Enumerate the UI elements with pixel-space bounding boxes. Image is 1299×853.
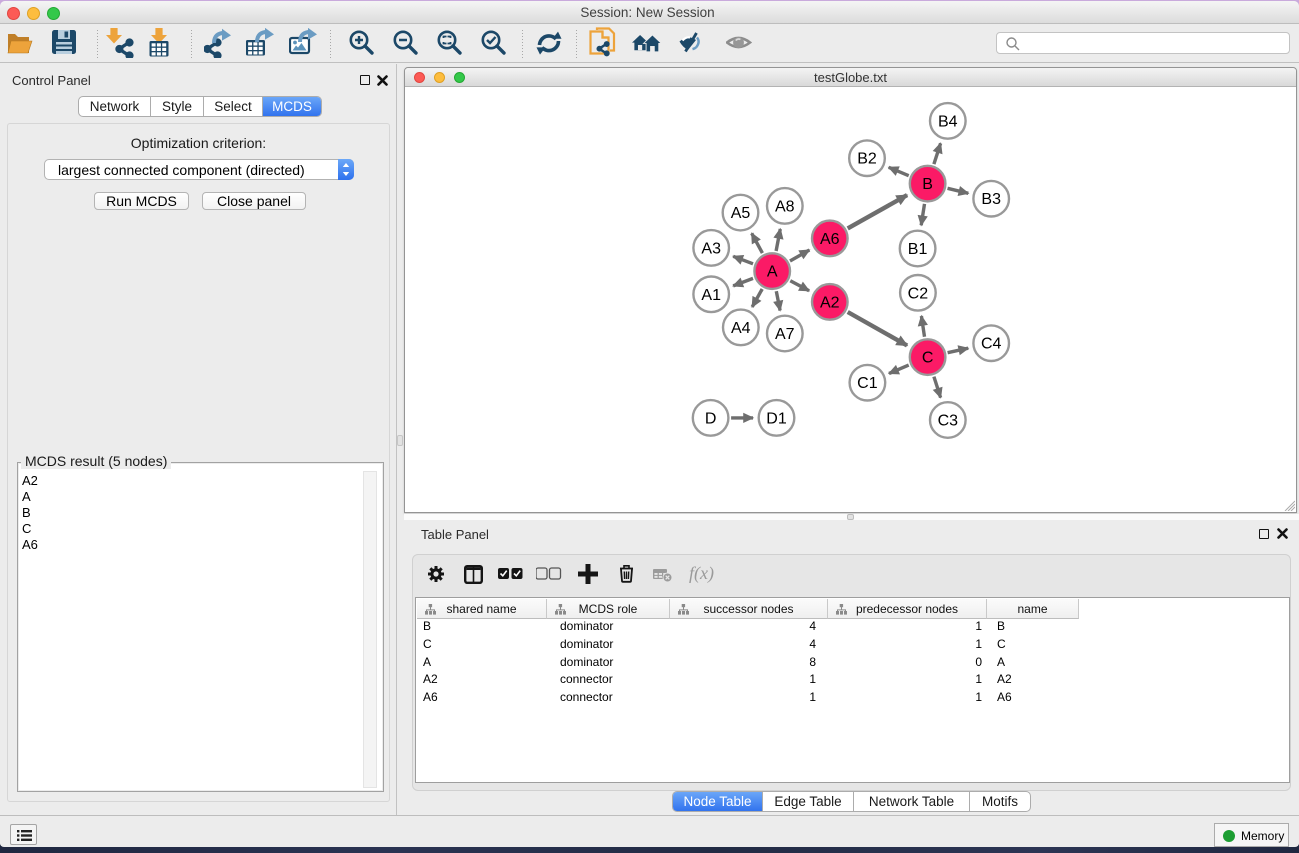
svg-text:B1: B1: [908, 241, 928, 258]
svg-text:A1: A1: [701, 287, 721, 304]
svg-text:B3: B3: [981, 191, 1001, 208]
svg-text:B2: B2: [857, 151, 877, 168]
svg-text:C: C: [922, 350, 934, 367]
svg-text:A7: A7: [775, 326, 795, 343]
svg-text:B: B: [922, 176, 933, 193]
svg-text:A8: A8: [775, 198, 795, 215]
svg-text:A: A: [767, 264, 778, 281]
svg-text:C1: C1: [857, 375, 878, 392]
svg-text:A2: A2: [820, 294, 840, 311]
svg-text:A3: A3: [701, 240, 721, 257]
svg-text:B4: B4: [938, 113, 958, 130]
svg-text:C3: C3: [938, 413, 959, 430]
svg-text:C2: C2: [908, 285, 929, 302]
svg-text:C4: C4: [981, 336, 1002, 353]
svg-text:A5: A5: [731, 205, 751, 222]
svg-text:D1: D1: [766, 410, 787, 427]
svg-text:A4: A4: [731, 320, 751, 337]
svg-text:A6: A6: [820, 231, 840, 248]
svg-text:D: D: [705, 410, 717, 427]
